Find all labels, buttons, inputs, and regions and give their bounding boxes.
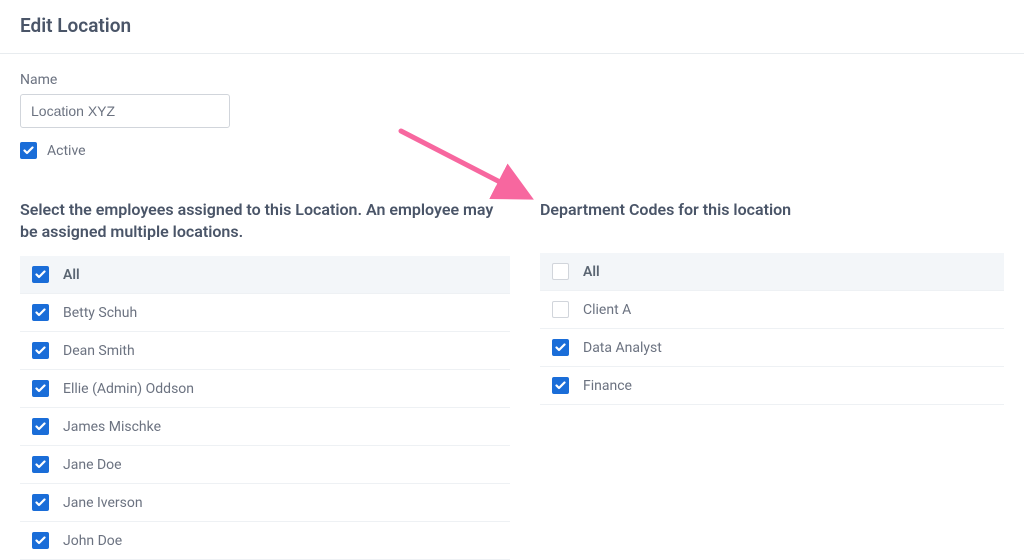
- employees-list-item-5-checkbox[interactable]: [32, 456, 49, 473]
- list-item[interactable]: John Doe: [20, 522, 510, 560]
- employees-list-item-2-checkbox[interactable]: [32, 342, 49, 359]
- list-item-label: All: [583, 264, 600, 280]
- departments-list-item-0-checkbox[interactable]: [552, 263, 569, 280]
- active-label: Active: [47, 143, 86, 159]
- list-item[interactable]: Betty Schuh: [20, 294, 510, 332]
- list-item[interactable]: Data Analyst: [540, 329, 1004, 367]
- list-item[interactable]: All: [540, 253, 1004, 291]
- list-item-label: Betty Schuh: [63, 305, 137, 321]
- list-item-label: Finance: [583, 378, 632, 394]
- list-item[interactable]: Dean Smith: [20, 332, 510, 370]
- employees-list-item-7-checkbox[interactable]: [32, 532, 49, 549]
- list-item-label: Jane Doe: [63, 457, 122, 473]
- name-label: Name: [20, 72, 1004, 88]
- departments-list-item-3-checkbox[interactable]: [552, 377, 569, 394]
- active-checkbox[interactable]: [20, 142, 37, 159]
- list-item-label: Client A: [583, 302, 631, 318]
- list-item[interactable]: Jane Iverson: [20, 484, 510, 522]
- departments-list: All Client A Data Analyst Finance: [540, 253, 1004, 405]
- employees-list-item-3-checkbox[interactable]: [32, 380, 49, 397]
- list-item[interactable]: Ellie (Admin) Oddson: [20, 370, 510, 408]
- list-item-label: Ellie (Admin) Oddson: [63, 381, 194, 397]
- departments-list-item-1-checkbox[interactable]: [552, 301, 569, 318]
- list-item-label: John Doe: [63, 533, 122, 549]
- employees-list-item-6-checkbox[interactable]: [32, 494, 49, 511]
- header-divider: [0, 53, 1024, 54]
- employees-heading: Select the employees assigned to this Lo…: [20, 199, 510, 242]
- employees-list-item-4-checkbox[interactable]: [32, 418, 49, 435]
- employees-list-item-0-checkbox[interactable]: [32, 266, 49, 283]
- list-item-label: Jane Iverson: [63, 495, 143, 511]
- departments-heading: Department Codes for this location: [540, 199, 1004, 239]
- list-item[interactable]: Jane Doe: [20, 446, 510, 484]
- list-item-label: All: [63, 267, 80, 283]
- list-item-label: James Mischke: [63, 419, 161, 435]
- employees-list-item-1-checkbox[interactable]: [32, 304, 49, 321]
- departments-list-item-2-checkbox[interactable]: [552, 339, 569, 356]
- list-item[interactable]: Client A: [540, 291, 1004, 329]
- page-title: Edit Location: [0, 0, 1024, 53]
- list-item[interactable]: James Mischke: [20, 408, 510, 446]
- list-item[interactable]: Finance: [540, 367, 1004, 405]
- list-item-label: Data Analyst: [583, 340, 662, 356]
- name-input[interactable]: [20, 94, 230, 128]
- list-item[interactable]: All: [20, 256, 510, 294]
- list-item-label: Dean Smith: [63, 343, 135, 359]
- employees-list: All Betty Schuh Dean Smith Ellie (Admin) Od…: [20, 256, 510, 560]
